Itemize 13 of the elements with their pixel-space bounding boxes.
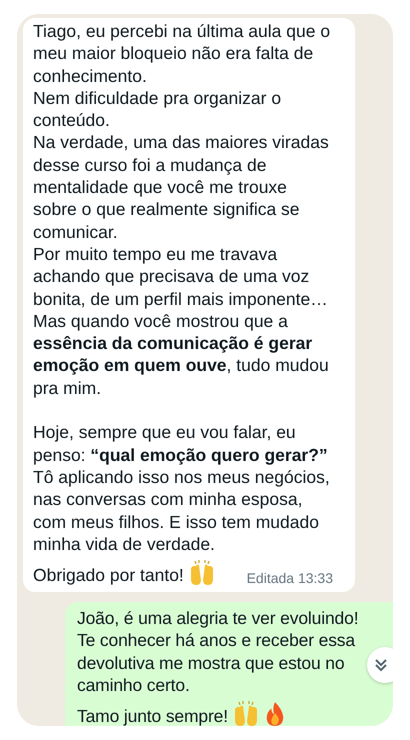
message-text: Tô aplicando isso nos meus negócios, nas conversas com minha esposa, com meus filhos. E isso tem mudado minha vida de verdade. — [33, 466, 331, 556]
message-text: Tamo junto sempre! — [77, 705, 228, 726]
message-text: Na verdade, uma das maiores viradas desse curso foi a mudança de mentalidade que você me trouxe sobre o que realmente significa se comunicar. — [33, 131, 330, 243]
message-timestamp: Editada 13:33 — [246, 570, 333, 586]
double-chevron-down-icon — [373, 657, 389, 673]
message-text: Mas quando você mostrou que a essência da comunicação é gerar emoção em quem ouve, tudo mudou pra mim. — [33, 310, 330, 400]
message-text: Tiago, eu percebi na última aula que o meu maior bloqueio não era falta de conhecimento. — [33, 20, 332, 87]
message-text: João, é uma alegria te ver evoluindo! — [77, 607, 358, 630]
message-text: Hoje, sempre que eu vou falar, eu penso: “qual emoção quero gerar?” — [33, 421, 329, 466]
message-text: Te conhecer há anos e receber essa devolutiva me mostra que estou no caminho certo. — [77, 629, 356, 696]
message-text: Obrigado por tanto! — [33, 564, 184, 586]
message-text: Nem dificuldade pra organizar o conteúdo. — [33, 86, 282, 132]
message-text: Por muito tempo eu me travava achando que precisava de uma voz bonita, de um perfil mais imponente… — [33, 242, 329, 310]
